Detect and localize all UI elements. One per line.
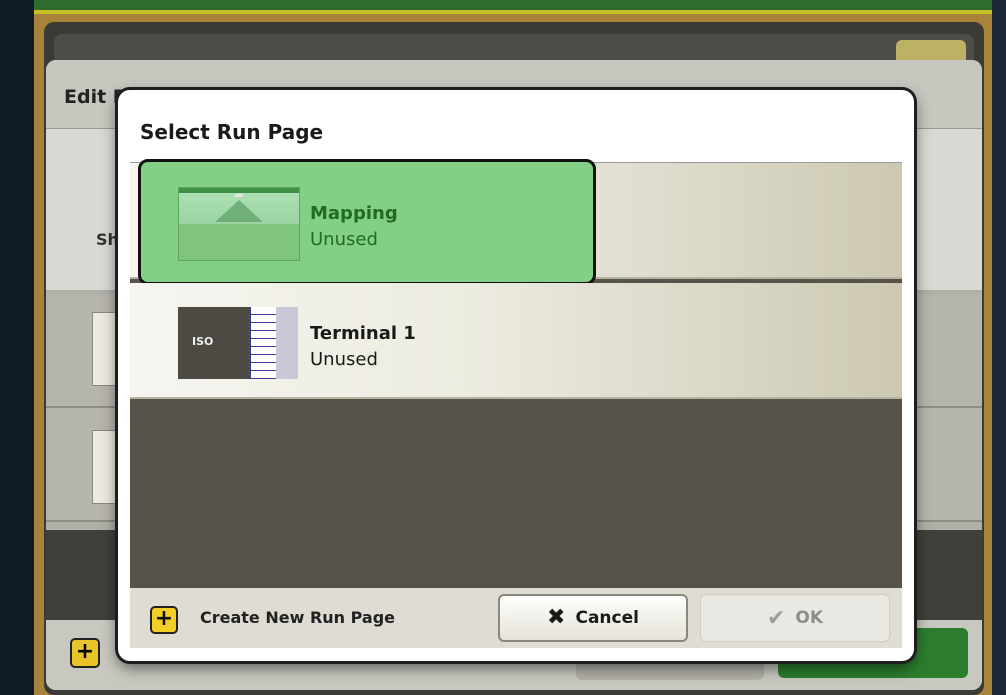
iso-terminal-thumbnail-icon: ISO (178, 307, 298, 379)
dialog-title: Select Run Page (140, 120, 324, 144)
item-name: Terminal 1 (310, 323, 416, 344)
checkmark-icon: ✔ (766, 605, 786, 631)
mapping-thumbnail-icon (178, 187, 300, 261)
right-bezel (992, 0, 1006, 695)
create-new-run-page-button[interactable]: + (150, 606, 178, 634)
background-add-button: + (70, 638, 100, 668)
cancel-button[interactable]: ✖ Cancel (498, 594, 688, 642)
item-status: Unused (310, 349, 378, 370)
ok-label: OK (795, 608, 824, 628)
list-item-mapping[interactable]: Mapping Unused (130, 159, 902, 285)
top-status-stripe (34, 0, 992, 10)
run-page-list[interactable]: Mapping Unused ISO Terminal 1 Unused (130, 159, 902, 589)
ok-button[interactable]: ✔ OK (700, 594, 890, 642)
background-row-label: Sh (96, 230, 119, 249)
iso-label: ISO (192, 335, 214, 348)
item-name: Mapping (310, 203, 398, 224)
close-icon: ✖ (547, 605, 566, 630)
left-bezel (0, 0, 34, 695)
item-status: Unused (310, 229, 378, 250)
create-new-run-page-label[interactable]: Create New Run Page (200, 608, 395, 627)
cancel-label: Cancel (575, 608, 639, 628)
list-item-terminal-1[interactable]: ISO Terminal 1 Unused (130, 283, 902, 399)
select-run-page-dialog: Select Run Page Mapping Unused ISO Termi… (118, 90, 914, 661)
